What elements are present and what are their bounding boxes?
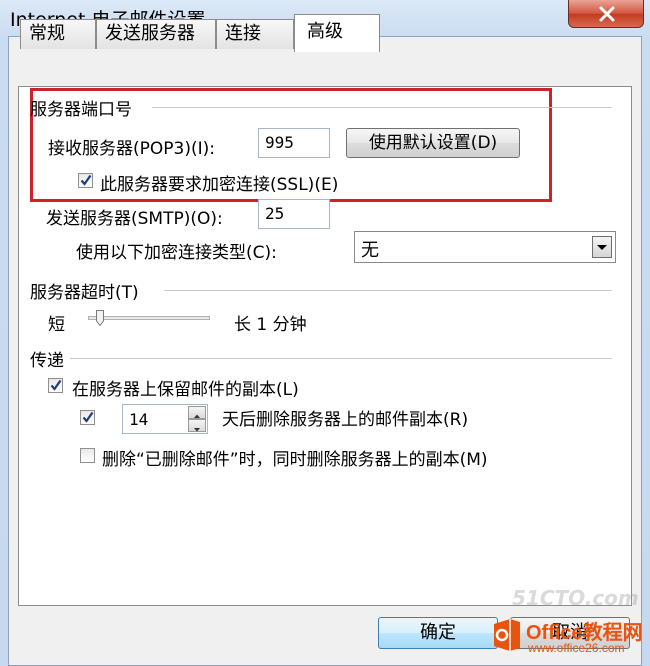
remove-after-checkbox[interactable] <box>80 410 95 425</box>
encryption-type-label: 使用以下加密连接类型(C): <box>76 243 277 263</box>
ok-button[interactable]: 确定 <box>378 617 498 649</box>
remove-after-days-stepper[interactable]: 14 <box>122 404 208 434</box>
tab-panel-advanced <box>18 86 632 606</box>
encryption-type-value: 无 <box>361 240 379 261</box>
close-button[interactable] <box>568 0 644 28</box>
group-divider <box>70 358 612 359</box>
remove-deleted-checkbox[interactable] <box>80 448 95 463</box>
group-label-delivery: 传递 <box>30 351 64 371</box>
timeout-short-label: 短 <box>48 315 65 335</box>
leave-copy-checkbox[interactable] <box>48 378 63 393</box>
ssl-checkbox[interactable] <box>78 173 93 188</box>
checkmark-icon <box>50 379 62 391</box>
watermark-51cto: 51CTO.com <box>512 586 639 610</box>
remove-deleted-label: 删除“已删除邮件”时，同时删除服务器上的副本(M) <box>102 450 488 470</box>
encryption-type-select[interactable]: 无 <box>354 231 616 263</box>
spin-up-icon[interactable] <box>188 406 206 419</box>
checkmark-icon <box>82 411 94 423</box>
group-divider <box>152 107 612 108</box>
outgoing-server-label: 发送服务器(SMTP)(O): <box>46 209 223 229</box>
group-label-timeout: 服务器超时(T) <box>30 283 139 303</box>
dropdown-arrow-icon[interactable] <box>592 236 612 258</box>
incoming-port-input[interactable]: 995 <box>258 128 330 158</box>
outgoing-port-input[interactable]: 25 <box>258 199 330 229</box>
watermark-site-url: www.office26.com <box>528 641 625 655</box>
use-defaults-button[interactable]: 使用默认设置(D) <box>346 128 520 158</box>
group-divider <box>164 290 612 291</box>
spin-down-icon[interactable] <box>188 419 206 432</box>
tab-outgoing-server[interactable]: 发送服务器 <box>96 19 216 49</box>
tab-advanced[interactable]: 高级 <box>294 14 380 52</box>
ssl-label: 此服务器要求加密连接(SSL)(E) <box>100 175 339 195</box>
tab-general[interactable]: 常规 <box>20 19 96 49</box>
checkmark-icon <box>80 174 92 186</box>
timeout-long-label: 长 1 分钟 <box>234 315 307 335</box>
incoming-server-label: 接收服务器(POP3)(I): <box>48 139 215 159</box>
timeout-slider-track[interactable] <box>88 316 210 320</box>
leave-copy-label: 在服务器上保留邮件的副本(L) <box>72 380 299 400</box>
close-icon <box>599 6 615 22</box>
remove-after-days-value: 14 <box>129 410 149 429</box>
timeout-slider-thumb[interactable] <box>96 310 104 326</box>
tab-connection[interactable]: 连接 <box>216 19 294 49</box>
office-logo-icon <box>494 619 520 651</box>
group-label-server-ports: 服务器端口号 <box>30 100 132 120</box>
remove-after-label: 天后删除服务器上的邮件副本(R) <box>222 410 469 430</box>
